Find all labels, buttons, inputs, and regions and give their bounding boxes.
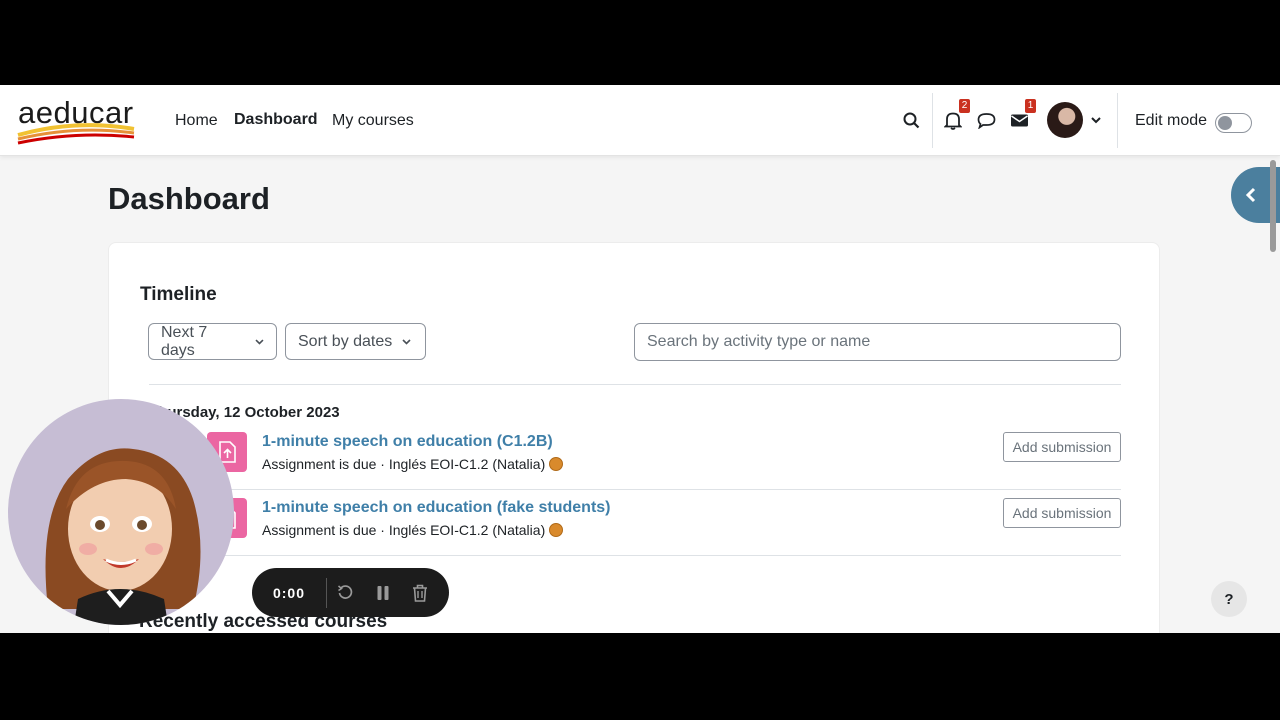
- restart-icon[interactable]: [327, 578, 364, 608]
- chevron-down-icon: [402, 338, 411, 345]
- edit-mode-toggle[interactable]: [1215, 113, 1252, 133]
- logo-swoosh-icon: [17, 123, 135, 145]
- sort-dropdown[interactable]: Sort by dates: [285, 323, 426, 360]
- divider: [149, 555, 1121, 556]
- bell-icon[interactable]: 2: [940, 99, 970, 133]
- site-logo[interactable]: aeducar: [16, 93, 138, 145]
- screen-recorder-controls: 0:00: [252, 568, 449, 617]
- page-scrollbar[interactable]: [1270, 160, 1276, 252]
- divider: [149, 384, 1121, 385]
- nav-home[interactable]: Home: [175, 112, 218, 130]
- nav-divider: [1117, 93, 1118, 148]
- nav-dashboard[interactable]: Dashboard: [234, 111, 318, 129]
- timeline-search-input[interactable]: [634, 323, 1121, 361]
- moodle-screen: aeducar Home Dashboard My courses 2 1 Ed…: [0, 85, 1280, 633]
- add-submission-button[interactable]: Add submission: [1003, 432, 1121, 462]
- nav-divider: [932, 93, 933, 148]
- course-icon: [549, 523, 564, 537]
- presenter-avatar-illustration: [45, 448, 201, 625]
- event-subtitle: Assignment is due · Inglés EOI-C1.2 (Nat…: [262, 522, 564, 538]
- pause-icon[interactable]: [364, 578, 401, 608]
- course-icon: [549, 457, 564, 471]
- chevron-left-icon: [1245, 187, 1256, 203]
- event-subtitle: Assignment is due · Inglés EOI-C1.2 (Nat…: [262, 456, 564, 472]
- timeline-title: Timeline: [140, 284, 217, 305]
- event-title-link[interactable]: 1-minute speech on education (fake stude…: [262, 499, 611, 517]
- chevron-down-icon: [255, 338, 264, 345]
- chat-bubble-icon[interactable]: [973, 107, 999, 133]
- trash-icon[interactable]: [401, 578, 438, 608]
- event-title-link[interactable]: 1-minute speech on education (C1.2B): [262, 433, 553, 451]
- edit-mode-label: Edit mode: [1135, 112, 1208, 129]
- sort-label: Sort by dates: [298, 332, 393, 350]
- envelope-icon[interactable]: 1: [1006, 99, 1036, 133]
- day-filter-dropdown[interactable]: Next 7 days: [148, 323, 277, 360]
- nav-my-courses[interactable]: My courses: [332, 112, 414, 130]
- chevron-down-icon[interactable]: [1083, 107, 1109, 133]
- add-submission-button[interactable]: Add submission: [1003, 498, 1121, 528]
- navbar: aeducar Home Dashboard My courses 2 1 Ed…: [0, 85, 1280, 156]
- user-avatar[interactable]: [1047, 102, 1083, 138]
- help-button[interactable]: ?: [1211, 581, 1247, 617]
- presenter-avatar-bubble[interactable]: [8, 399, 234, 625]
- recording-timer: 0:00: [272, 584, 306, 601]
- search-icon[interactable]: [898, 107, 924, 133]
- day-filter-label: Next 7 days: [161, 323, 208, 359]
- messages-badge: 1: [1025, 99, 1036, 113]
- notifications-badge: 2: [959, 99, 970, 113]
- page-title: Dashboard: [108, 181, 270, 216]
- divider: [149, 489, 1121, 490]
